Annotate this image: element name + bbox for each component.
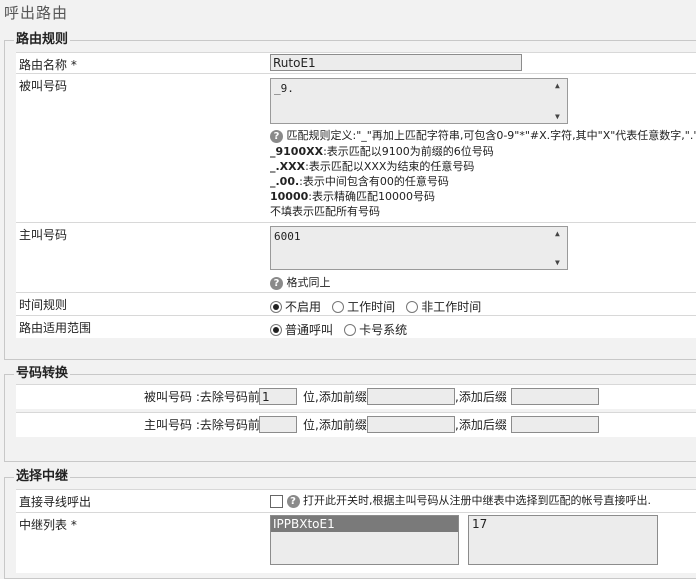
time-rule-label: 时间规则	[19, 298, 68, 312]
help-icon[interactable]: ?	[270, 129, 283, 143]
number-conversion-legend: 号码转换	[14, 366, 71, 382]
trunk-list-right[interactable]: 17	[468, 515, 658, 565]
caller-number-value: 6001	[274, 230, 301, 243]
caller-number-textarea[interactable]: 6001 ▲ ▼	[270, 226, 568, 270]
called-suffix-input[interactable]	[511, 388, 599, 405]
called-strip-input[interactable]: 1	[259, 388, 297, 405]
called-strip-label: 被叫号码 :去除号码前	[144, 390, 260, 404]
example-1: _9100XX:表示匹配以9100为前缀的6位号码	[270, 145, 494, 158]
empty-match-note: 不填表示匹配所有号码	[270, 205, 380, 218]
called-number-value: _9.	[274, 82, 294, 95]
route-name-label: 路由名称 *	[19, 58, 77, 72]
direct-route-label: 直接寻线呼出	[19, 495, 92, 509]
time-rule-option-label: 工作时间	[347, 300, 396, 314]
page-title: 呼出路由	[4, 4, 69, 22]
format-note: ? 格式同上	[270, 276, 331, 290]
called-number-row: 被叫号码 _9. ▲ ▼ ? 匹配规则定义:"_"再加上匹配字符串,可包含0-9…	[16, 73, 696, 222]
caller-add-prefix-label: 位,添加前缀	[303, 418, 367, 432]
caller-number-row: 主叫号码 6001 ▲ ▼ ? 格式同上	[16, 222, 696, 292]
called-number-textarea[interactable]: _9. ▲ ▼	[270, 78, 568, 124]
caller-number-label: 主叫号码	[19, 228, 68, 242]
route-scope-options: 普通呼叫 卡号系统	[270, 319, 413, 338]
scroll-up-icon[interactable]: ▲	[555, 229, 560, 238]
scope-option-label: 普通呼叫	[285, 323, 334, 337]
caller-prefix-input[interactable]	[367, 416, 455, 433]
direct-route-checkbox[interactable]	[270, 494, 283, 508]
trunk-list-label: 中继列表 *	[19, 518, 77, 532]
textarea-scrollbar[interactable]: ▲ ▼	[552, 228, 566, 268]
route-rules-legend: 路由规则	[14, 32, 71, 48]
called-number-label: 被叫号码	[19, 79, 68, 93]
time-rule-options: 不启用 工作时间 非工作时间	[270, 296, 487, 315]
time-rule-option-label: 非工作时间	[421, 300, 482, 314]
direct-route-row: 直接寻线呼出 ? 打开此开关时,根据主叫号码从注册中继表中选择到匹配的帐号直接呼…	[16, 489, 696, 512]
help-icon[interactable]: ?	[270, 276, 283, 290]
textarea-scrollbar[interactable]: ▲ ▼	[552, 80, 566, 122]
match-rule-help: ? 匹配规则定义:"_"再加上匹配字符串,可包含0-9"*"#X.字符,其中"X…	[270, 129, 696, 143]
scroll-up-icon[interactable]: ▲	[555, 81, 560, 90]
called-add-suffix-label: ,添加后缀	[455, 390, 507, 404]
called-conversion-row: 被叫号码 :去除号码前 1 位,添加前缀 ,添加后缀	[16, 384, 696, 409]
route-scope-row: 路由适用范围 普通呼叫 卡号系统	[16, 315, 696, 338]
time-rule-row: 时间规则 不启用 工作时间 非工作时间	[16, 292, 696, 315]
time-rule-radio-nonwork[interactable]	[406, 300, 419, 313]
trunk-list-item[interactable]: 17	[472, 517, 654, 531]
trunk-legend: 选择中继	[14, 469, 71, 485]
caller-strip-label: 主叫号码 :去除号码前	[144, 418, 260, 432]
example-3: _.00.:表示中间包含有00的任意号码	[270, 175, 449, 188]
scope-option-label: 卡号系统	[359, 323, 408, 337]
caller-conversion-row: 主叫号码 :去除号码前 位,添加前缀 ,添加后缀	[16, 412, 696, 437]
caller-suffix-input[interactable]	[511, 416, 599, 433]
trunk-list-item[interactable]: IPPBXtoE1	[271, 516, 458, 532]
time-rule-option-label: 不启用	[285, 300, 322, 314]
example-2: _.XXX:表示匹配以XXX为结束的任意号码	[270, 160, 475, 173]
caller-strip-input[interactable]	[259, 416, 297, 433]
route-scope-label: 路由适用范围	[19, 321, 92, 335]
scroll-down-icon[interactable]: ▼	[555, 112, 560, 121]
trunk-list-row: 中继列表 * IPPBXtoE1 17	[16, 512, 696, 573]
time-rule-radio-work[interactable]	[332, 300, 345, 313]
help-icon[interactable]: ?	[286, 494, 300, 508]
time-rule-radio-disabled[interactable]	[270, 300, 282, 313]
example-4: 10000:表示精确匹配10000号码	[270, 190, 435, 203]
caller-add-suffix-label: ,添加后缀	[455, 418, 507, 432]
scroll-down-icon[interactable]: ▼	[555, 258, 560, 267]
called-add-prefix-label: 位,添加前缀	[303, 390, 367, 404]
direct-route-control: ? 打开此开关时,根据主叫号码从注册中继表中选择到匹配的帐号直接呼出.	[270, 494, 651, 508]
route-name-input[interactable]: RutoE1	[270, 54, 522, 71]
trunk-list-left[interactable]: IPPBXtoE1	[270, 515, 459, 565]
called-prefix-input[interactable]	[367, 388, 455, 405]
route-name-row: 路由名称 * RutoE1	[16, 52, 696, 73]
scope-radio-card[interactable]	[344, 323, 357, 336]
scope-radio-normal[interactable]	[270, 323, 282, 336]
